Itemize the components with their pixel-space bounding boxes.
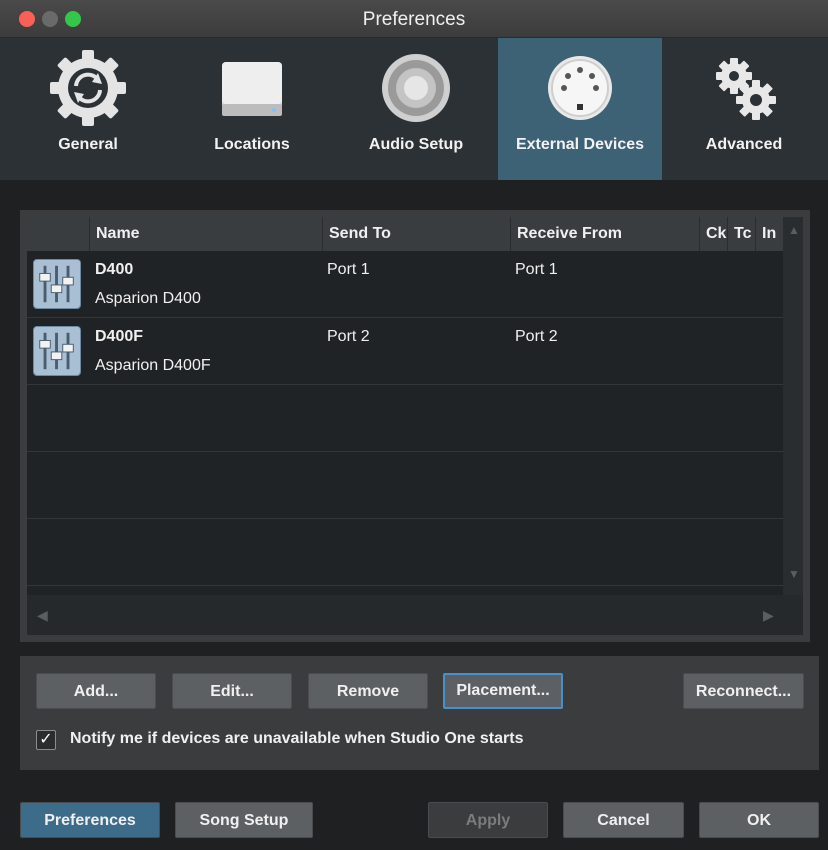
send-to-value[interactable]: Port 1 bbox=[327, 261, 370, 279]
empty-table-row bbox=[27, 385, 783, 452]
edit-device-button[interactable]: Edit... bbox=[172, 673, 292, 709]
devices-table-panel: Name Send To Receive From Ck Tc In D400 … bbox=[20, 210, 810, 642]
song-setup-button[interactable]: Song Setup bbox=[175, 802, 313, 838]
mixer-device-icon bbox=[33, 259, 81, 309]
tab-locations[interactable]: Locations bbox=[170, 38, 334, 180]
content-area: Name Send To Receive From Ck Tc In D400 … bbox=[0, 180, 828, 850]
hard-drive-icon bbox=[222, 62, 282, 116]
tab-label: General bbox=[58, 136, 118, 153]
device-model: Asparion D400F bbox=[95, 357, 211, 374]
scroll-right-arrow-icon[interactable]: ▶ bbox=[763, 607, 774, 624]
column-header-in[interactable]: In bbox=[755, 217, 783, 251]
tab-external-devices[interactable]: External Devices bbox=[498, 38, 662, 180]
apply-button[interactable]: Apply bbox=[428, 802, 548, 838]
reconnect-button[interactable]: Reconnect... bbox=[683, 673, 804, 709]
device-name: D400F bbox=[95, 328, 144, 345]
cancel-button[interactable]: Cancel bbox=[563, 802, 684, 838]
gears-icon bbox=[716, 58, 776, 120]
window-title: Preferences bbox=[362, 9, 466, 30]
title-bar: Preferences bbox=[0, 0, 828, 38]
ok-button[interactable]: OK bbox=[699, 802, 819, 838]
column-header-ck[interactable]: Ck bbox=[699, 217, 727, 251]
devices-table: Name Send To Receive From Ck Tc In D400 … bbox=[27, 217, 803, 635]
receive-from-value[interactable]: Port 1 bbox=[515, 261, 558, 279]
preferences-tab-bar: General Locations Audio Setup External D… bbox=[0, 38, 828, 180]
empty-table-row bbox=[27, 452, 783, 519]
speaker-icon bbox=[382, 54, 450, 122]
mixer-device-icon bbox=[33, 326, 81, 376]
column-header-tc[interactable]: Tc bbox=[727, 217, 755, 251]
table-row[interactable]: D400 Asparion D400 Port 1 Port 1 bbox=[27, 251, 783, 318]
tab-general[interactable]: General bbox=[6, 38, 170, 180]
column-header-receive-from[interactable]: Receive From bbox=[510, 217, 699, 251]
tab-label: External Devices bbox=[515, 136, 645, 153]
horizontal-scrollbar[interactable]: ◀ ▶ bbox=[27, 595, 803, 635]
tab-advanced[interactable]: Advanced bbox=[662, 38, 826, 180]
tab-label: Audio Setup bbox=[368, 136, 464, 153]
column-header-name[interactable]: Name bbox=[89, 217, 322, 251]
notify-checkbox[interactable]: ✓ bbox=[36, 730, 56, 750]
scroll-down-arrow-icon[interactable]: ▼ bbox=[788, 567, 800, 581]
midi-port-icon bbox=[548, 56, 612, 120]
preferences-button[interactable]: Preferences bbox=[20, 802, 160, 838]
table-row[interactable]: D400F Asparion D400F Port 2 Port 2 bbox=[27, 318, 783, 385]
device-name: D400 bbox=[95, 261, 134, 278]
tab-label: Advanced bbox=[705, 136, 783, 153]
table-header: Name Send To Receive From Ck Tc In bbox=[27, 217, 783, 251]
column-header-icon[interactable] bbox=[27, 217, 89, 251]
vertical-scrollbar[interactable]: ▲ ▼ bbox=[783, 217, 803, 595]
scroll-up-arrow-icon[interactable]: ▲ bbox=[788, 223, 800, 237]
send-to-value[interactable]: Port 2 bbox=[327, 328, 370, 346]
device-model: Asparion D400 bbox=[95, 290, 201, 307]
device-actions-panel: Add... Edit... Remove Placement... Recon… bbox=[20, 656, 819, 770]
notify-checkbox-label[interactable]: Notify me if devices are unavailable whe… bbox=[70, 730, 523, 748]
add-device-button[interactable]: Add... bbox=[36, 673, 156, 709]
placement-button[interactable]: Placement... bbox=[443, 673, 563, 709]
empty-table-row bbox=[27, 519, 783, 586]
gear-sync-icon bbox=[50, 50, 126, 126]
receive-from-value[interactable]: Port 2 bbox=[515, 328, 558, 346]
remove-device-button[interactable]: Remove bbox=[308, 673, 428, 709]
tab-audio-setup[interactable]: Audio Setup bbox=[334, 38, 498, 180]
column-header-send-to[interactable]: Send To bbox=[322, 217, 510, 251]
tab-label: Locations bbox=[214, 136, 290, 153]
scroll-left-arrow-icon[interactable]: ◀ bbox=[37, 607, 48, 624]
